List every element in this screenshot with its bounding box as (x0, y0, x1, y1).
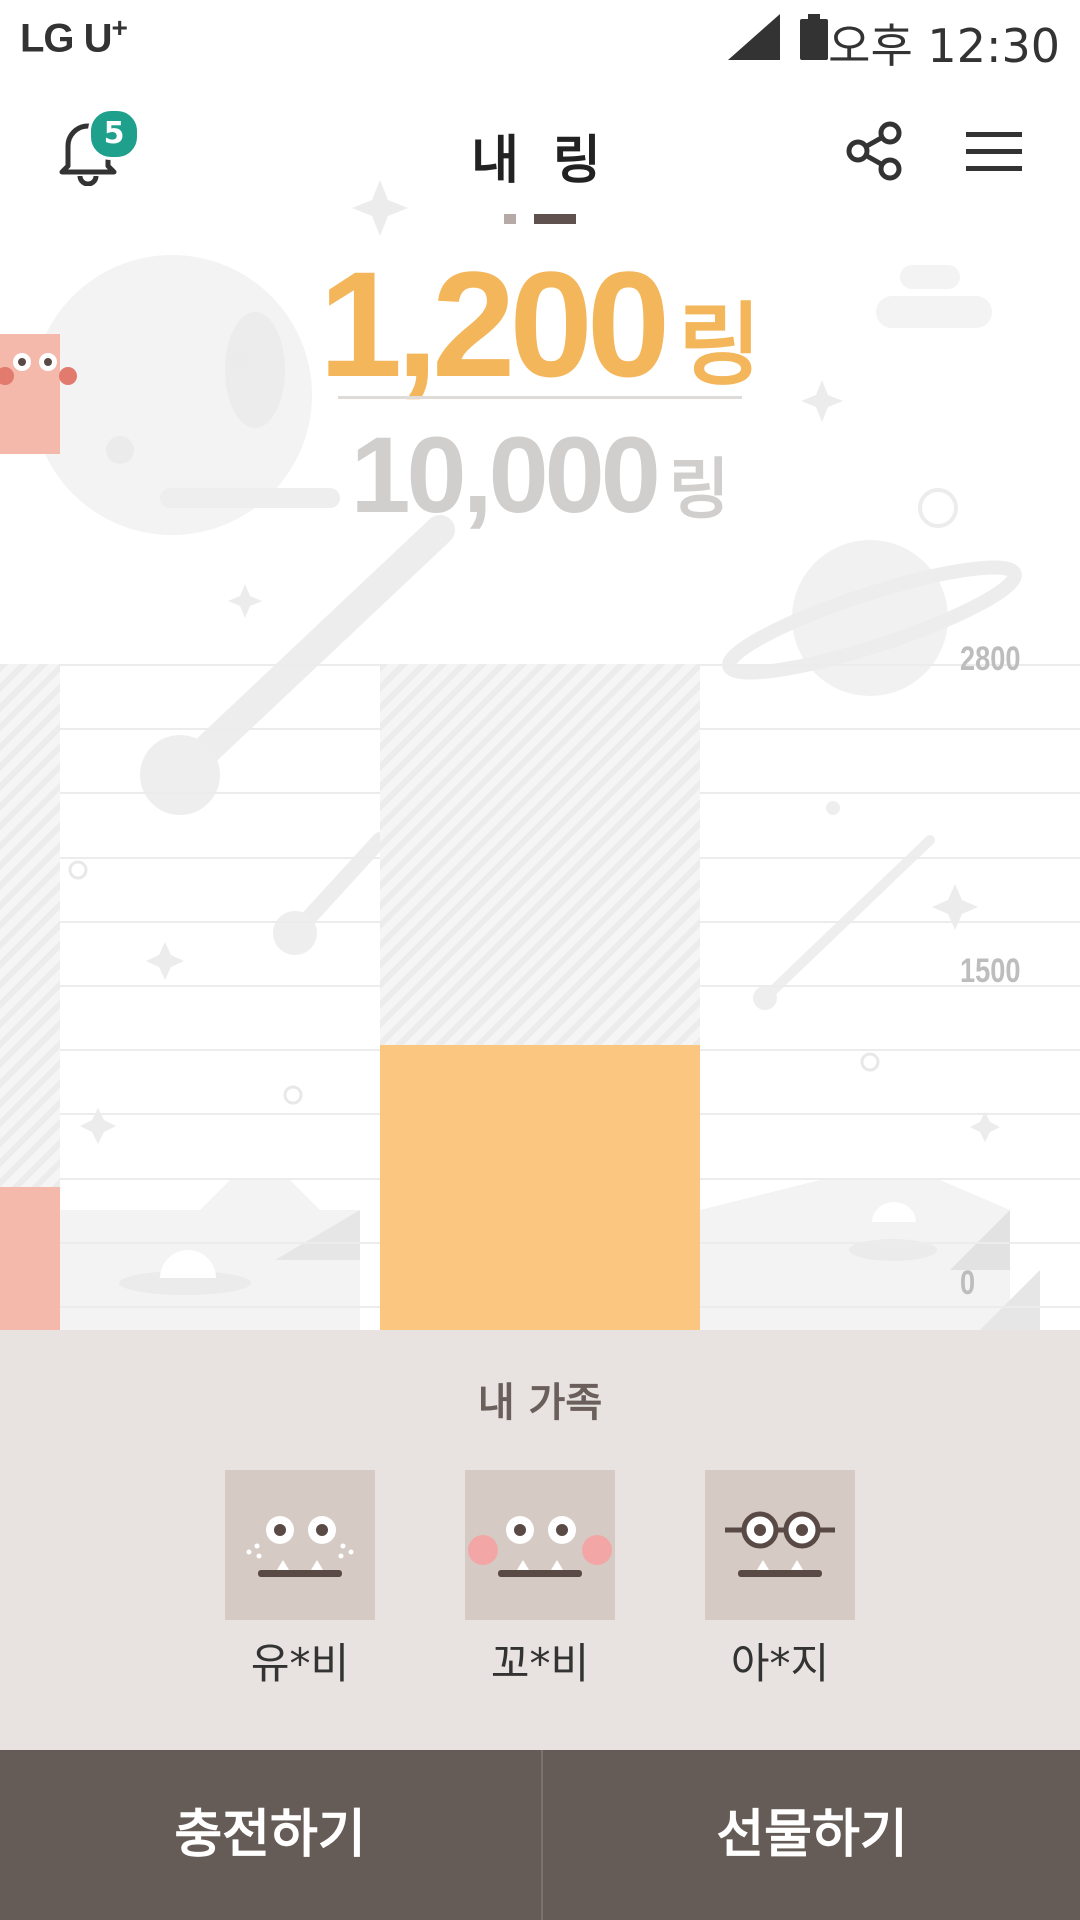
family-member[interactable]: 유*비 (225, 1470, 375, 1691)
current-ring-value: 1,200 (318, 240, 670, 408)
app-header: 5 내 링 (0, 96, 1080, 206)
page-indicator (0, 212, 1080, 226)
ring-chart: 2800 1500 0 (0, 640, 1080, 1330)
current-ring: 1,200 링 (0, 238, 1080, 411)
chart-bar-2[interactable] (380, 664, 700, 1330)
member-avatar (705, 1470, 855, 1620)
chart-bar-1[interactable] (0, 664, 60, 1330)
gift-button[interactable]: 선물하기 (542, 1750, 1080, 1920)
total-ring-unit: 링 (668, 451, 730, 528)
member-avatar (465, 1470, 615, 1620)
face-icon (468, 1516, 612, 1577)
family-member[interactable]: 꼬*비 (465, 1470, 615, 1691)
share-icon[interactable] (844, 120, 906, 182)
y-tick-label: 1500 (960, 952, 1021, 990)
total-ring-value: 10,000 (350, 414, 660, 535)
member-name: 아*지 (730, 1639, 830, 1688)
side-character-avatar[interactable] (0, 334, 80, 454)
page-dot-1[interactable] (504, 214, 516, 224)
chart-bar-1-fill (0, 1187, 60, 1330)
face-icon (246, 1516, 354, 1577)
member-name: 꼬*비 (490, 1639, 590, 1688)
family-member[interactable]: 아*지 (705, 1470, 855, 1691)
charge-button[interactable]: 충전하기 (0, 1750, 540, 1920)
chart-bar-2-fill (380, 1045, 700, 1330)
menu-icon[interactable] (966, 130, 1022, 174)
y-tick-label: 2800 (960, 640, 1021, 678)
family-section: 내 가족 유*비 꼬*비 아*지 (0, 1330, 1080, 1750)
amount-divider (338, 396, 742, 399)
current-ring-unit: 링 (678, 293, 762, 398)
face-with-glasses-icon (725, 1511, 835, 1577)
member-name: 유*비 (250, 1639, 350, 1688)
y-tick-label: 0 (960, 1264, 976, 1302)
member-avatar (225, 1470, 375, 1620)
page-dot-2-active[interactable] (534, 214, 576, 224)
page-title: 내 링 (471, 131, 609, 191)
bottom-actions: 충전하기 선물하기 (0, 1750, 1080, 1920)
family-title: 내 가족 (477, 1380, 603, 1426)
total-ring: 10,000 링 (0, 412, 1080, 537)
